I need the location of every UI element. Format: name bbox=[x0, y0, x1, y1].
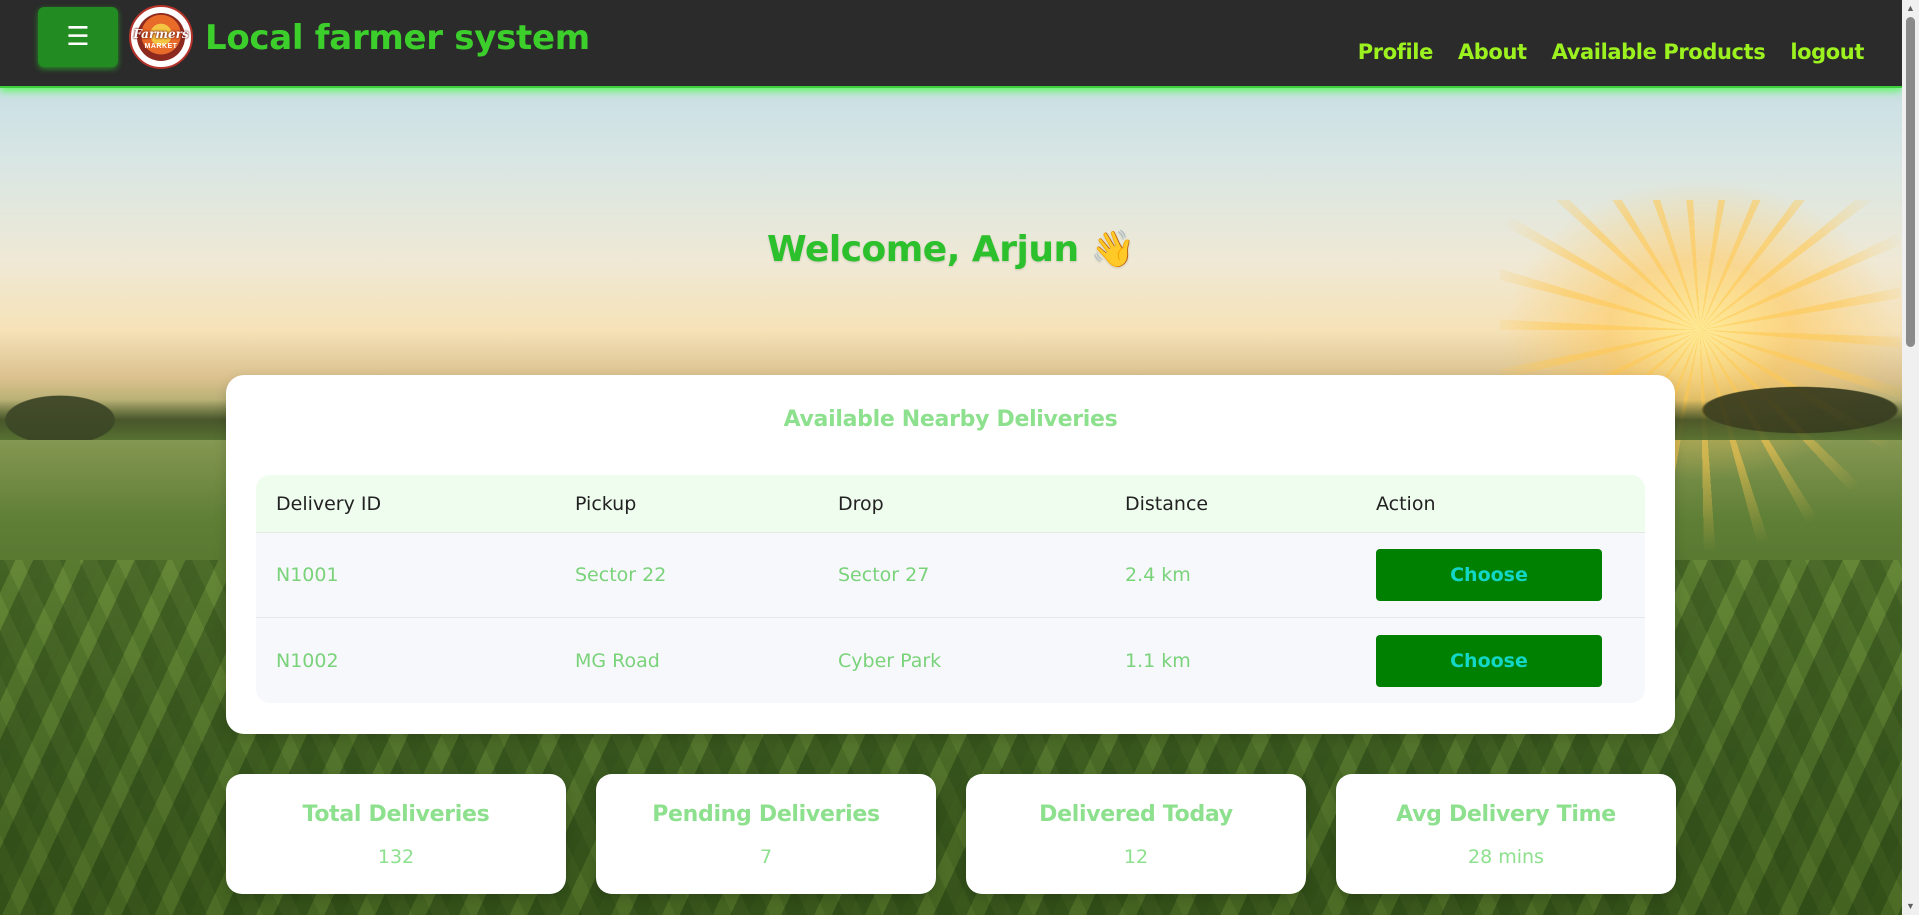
welcome-text: Welcome, Arjun bbox=[767, 229, 1079, 270]
deliveries-table: Delivery ID Pickup Drop Distance Action … bbox=[256, 475, 1645, 703]
action-cell: Choose bbox=[1356, 549, 1645, 601]
hamburger-menu-button[interactable]: ☰ bbox=[38, 7, 118, 67]
stat-card-delivered-today: Delivered Today 12 bbox=[966, 774, 1306, 894]
pickup-location: MG Road bbox=[575, 649, 660, 672]
stat-value: 28 mins bbox=[1468, 846, 1544, 868]
table-row: N1001 Sector 22 Sector 27 2.4 km Choose bbox=[256, 533, 1645, 618]
drop-location: Sector 27 bbox=[838, 564, 930, 586]
column-header-action: Action bbox=[1376, 492, 1436, 515]
stat-card-total-deliveries: Total Deliveries 132 bbox=[226, 774, 566, 894]
vertical-scrollbar[interactable]: ▲ ▼ bbox=[1902, 0, 1919, 915]
scroll-down-arrow-icon[interactable]: ▼ bbox=[1902, 898, 1919, 915]
stat-label: Pending Deliveries bbox=[652, 802, 880, 827]
column-header-drop: Drop bbox=[838, 492, 884, 515]
welcome-heading: Welcome, Arjun 👋 bbox=[0, 228, 1902, 270]
scroll-up-arrow-icon[interactable]: ▲ bbox=[1902, 0, 1919, 17]
distance: 1.1 km bbox=[1125, 649, 1191, 672]
stat-value: 12 bbox=[1123, 846, 1149, 868]
distance: 2.4 km bbox=[1125, 564, 1191, 586]
delivery-id: N1002 bbox=[276, 649, 339, 672]
scrollbar-thumb[interactable] bbox=[1906, 17, 1915, 347]
table-row: N1002 MG Road Cyber Park 1.1 km Choose bbox=[256, 618, 1645, 703]
stat-card-pending-deliveries: Pending Deliveries 7 bbox=[596, 774, 936, 894]
stat-label: Total Deliveries bbox=[302, 802, 490, 827]
farmers-market-logo: Farmers MARKET bbox=[129, 5, 193, 69]
nav-links: Profile About Available Products logout bbox=[1358, 40, 1865, 64]
choose-button[interactable]: Choose bbox=[1376, 549, 1602, 601]
stat-value: 132 bbox=[377, 846, 415, 868]
nav-link-profile[interactable]: Profile bbox=[1358, 40, 1434, 64]
choose-button[interactable]: Choose bbox=[1376, 634, 1602, 687]
stat-label: Delivered Today bbox=[1039, 802, 1233, 827]
navbar: ☰ Farmers MARKET Local farmer system Pro… bbox=[0, 0, 1902, 88]
stat-value: 7 bbox=[759, 846, 773, 868]
pickup-location: Sector 22 bbox=[575, 564, 667, 586]
delivery-id: N1001 bbox=[276, 564, 339, 586]
nav-link-about[interactable]: About bbox=[1458, 40, 1527, 64]
stat-label: Avg Delivery Time bbox=[1396, 802, 1616, 827]
nearby-deliveries-card: Available Nearby Deliveries Delivery ID … bbox=[226, 375, 1675, 734]
waving-hand-icon: 👋 bbox=[1090, 229, 1136, 270]
nav-link-logout[interactable]: logout bbox=[1790, 40, 1864, 64]
site-title: Local farmer system bbox=[205, 18, 590, 58]
nav-link-available-products[interactable]: Available Products bbox=[1552, 40, 1766, 64]
logo-text: Farmers bbox=[133, 27, 189, 41]
column-header-pickup: Pickup bbox=[575, 492, 637, 515]
stat-card-avg-delivery-time: Avg Delivery Time 28 mins bbox=[1336, 774, 1676, 894]
column-header-delivery-id: Delivery ID bbox=[276, 492, 382, 515]
hamburger-menu-icon: ☰ bbox=[66, 22, 90, 52]
column-header-distance: Distance bbox=[1125, 492, 1209, 515]
card-title: Available Nearby Deliveries bbox=[783, 407, 1118, 432]
logo-subtext: MARKET bbox=[144, 43, 178, 50]
action-cell: Choose bbox=[1356, 634, 1645, 687]
table-header: Delivery ID Pickup Drop Distance Action bbox=[256, 475, 1645, 533]
drop-location: Cyber Park bbox=[838, 649, 942, 672]
